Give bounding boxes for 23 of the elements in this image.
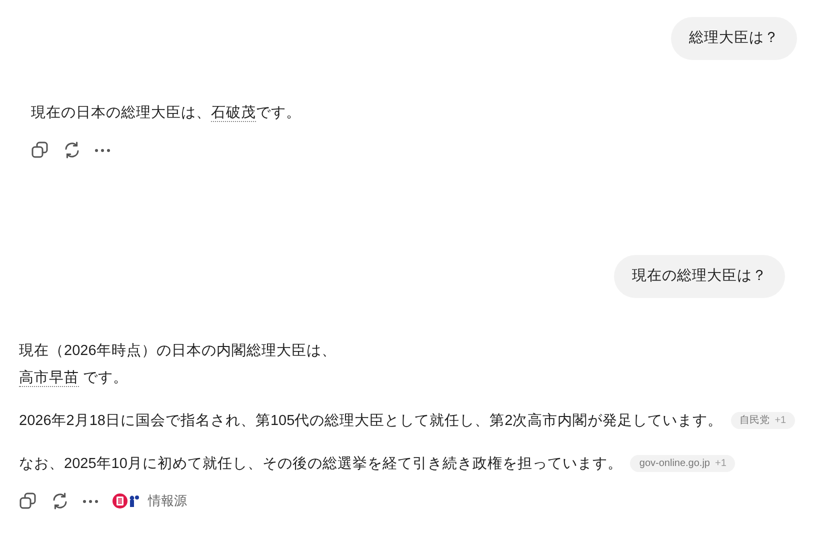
citation-chip[interactable]: 自民党 +1 [730, 412, 796, 429]
answer-paragraph: 現在の日本の総理大臣は、石破茂です。 [31, 104, 302, 124]
entity-link[interactable]: 石破茂 [211, 105, 256, 122]
refresh-icon [63, 141, 81, 159]
copy-button[interactable] [19, 492, 37, 510]
source-logos-icon [112, 493, 140, 509]
entity-link[interactable]: 高市早苗 [19, 370, 79, 387]
user-message: 総理大臣は？ [671, 17, 797, 60]
copy-icon [31, 141, 49, 159]
answer-paragraph: 現在（2026年時点）の日本の内閣総理大臣は、 高市早苗 です。 [19, 342, 338, 389]
refresh-icon [51, 492, 69, 510]
sources-button[interactable]: 情報源 [112, 492, 187, 510]
answer-paragraph: なお、2025年10月に初めて就任し、その後の総選挙を経て引き続き政権を担っています。 gov-online.go.jp +1 [19, 451, 814, 478]
copy-button[interactable] [31, 141, 49, 159]
copy-icon [19, 492, 37, 510]
more-icon [83, 500, 98, 502]
citation-chip[interactable]: gov-online.go.jp +1 [630, 455, 736, 472]
regenerate-button[interactable] [51, 492, 69, 510]
more-icon [95, 148, 110, 152]
answer-paragraph: 2026年2月18日に国会で指名され、第105代の総理大臣として就任し、第2次高市内閣が発足しています。 自民党 +1 [19, 408, 814, 435]
sources-label: 情報源 [148, 492, 187, 510]
regenerate-button[interactable] [63, 141, 81, 159]
user-message: 現在の総理大臣は？ [614, 255, 785, 298]
